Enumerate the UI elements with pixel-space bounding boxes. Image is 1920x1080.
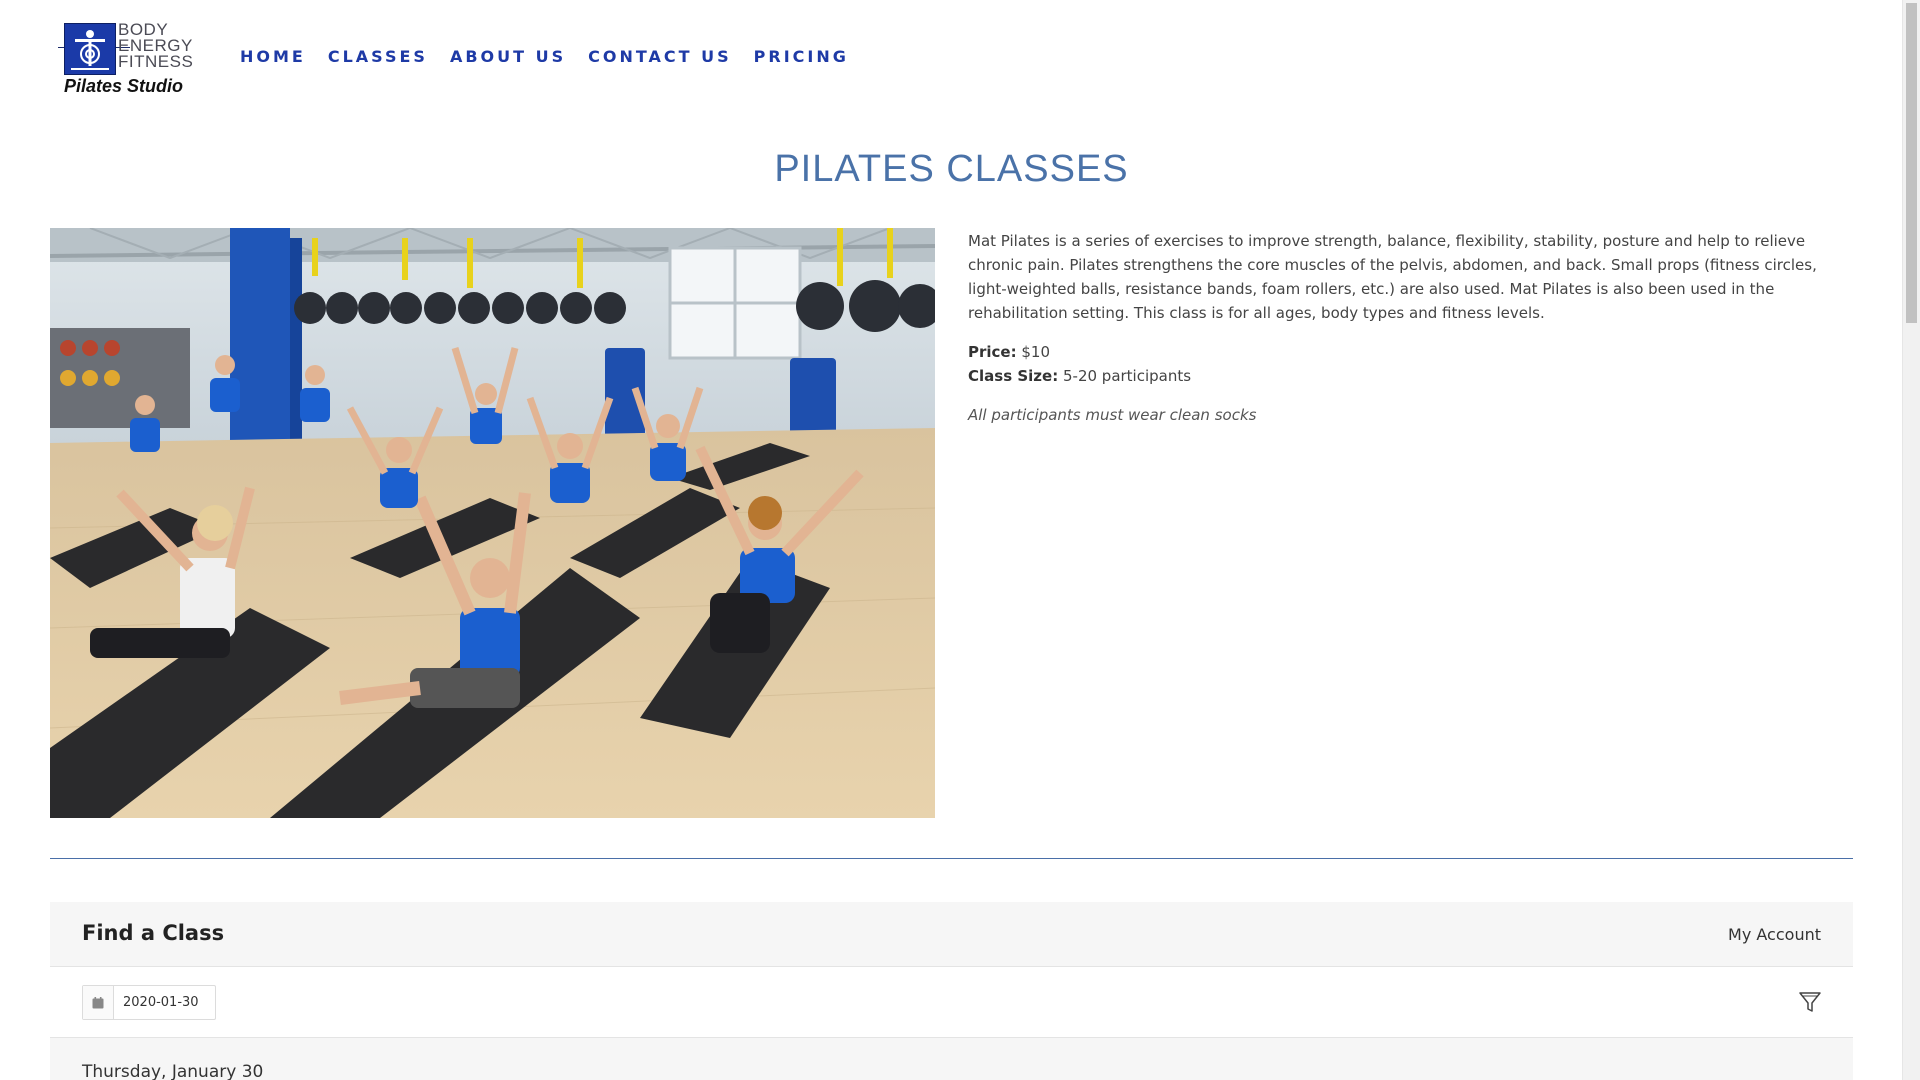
finder-title: Find a Class (82, 921, 225, 945)
page-scrollbar[interactable] (1902, 0, 1920, 1080)
class-size-label: Class Size: (968, 367, 1059, 385)
class-size-value: 5-20 participants (1062, 367, 1192, 385)
day-group-header: Thursday, January 30 (50, 1038, 1853, 1080)
page-title: PILATES CLASSES (774, 148, 1129, 190)
class-facts: Price: $10 Class Size: 5-20 participants (968, 340, 1848, 388)
date-value: 2020-01-30 (123, 995, 199, 1010)
nav-pricing[interactable]: PRICING (754, 47, 849, 66)
page: BODY ENERGY FITNESS Pilates Studio HOME … (0, 0, 1920, 1080)
logo-emblem-icon (64, 23, 116, 75)
nav-about-us[interactable]: ABOUT US (450, 47, 566, 66)
main-nav: HOME CLASSES ABOUT US CONTACT US PRICING (240, 47, 871, 66)
class-photo (50, 228, 935, 818)
filter-icon[interactable] (1797, 989, 1823, 1015)
nav-home[interactable]: HOME (240, 47, 306, 66)
finder-header: Find a Class My Account (50, 902, 1853, 967)
nav-contact-us[interactable]: CONTACT US (588, 47, 732, 66)
date-picker[interactable]: 2020-01-30 (82, 985, 216, 1020)
site-header: BODY ENERGY FITNESS Pilates Studio HOME … (0, 0, 1900, 116)
finder-toolbar: 2020-01-30 (50, 967, 1853, 1038)
price-label: Price: (968, 343, 1017, 361)
find-a-class-widget: Find a Class My Account 2020-01-30 Thurs… (50, 902, 1853, 1080)
logo-wordmark: BODY ENERGY FITNESS (118, 21, 194, 71)
calendar-icon (83, 986, 114, 1019)
day-heading: Thursday, January 30 (82, 1062, 264, 1080)
price-value: $10 (1021, 343, 1051, 361)
logo[interactable]: BODY ENERGY FITNESS Pilates Studio (58, 20, 196, 98)
my-account-link[interactable]: My Account (1728, 925, 1821, 944)
socks-note: All participants must wear clean socks (968, 406, 1257, 424)
class-description: Mat Pilates is a series of exercises to … (968, 229, 1848, 442)
class-size-line: Class Size: 5-20 participants (968, 364, 1848, 388)
description-text: Mat Pilates is a series of exercises to … (968, 232, 1817, 322)
logo-tagline: Pilates Studio (64, 76, 184, 96)
price-line: Price: $10 (968, 340, 1848, 364)
nav-classes[interactable]: CLASSES (328, 47, 428, 66)
logo-word: FITNESS (118, 52, 194, 71)
scrollbar-thumb[interactable] (1906, 3, 1917, 323)
section-divider (50, 858, 1853, 859)
